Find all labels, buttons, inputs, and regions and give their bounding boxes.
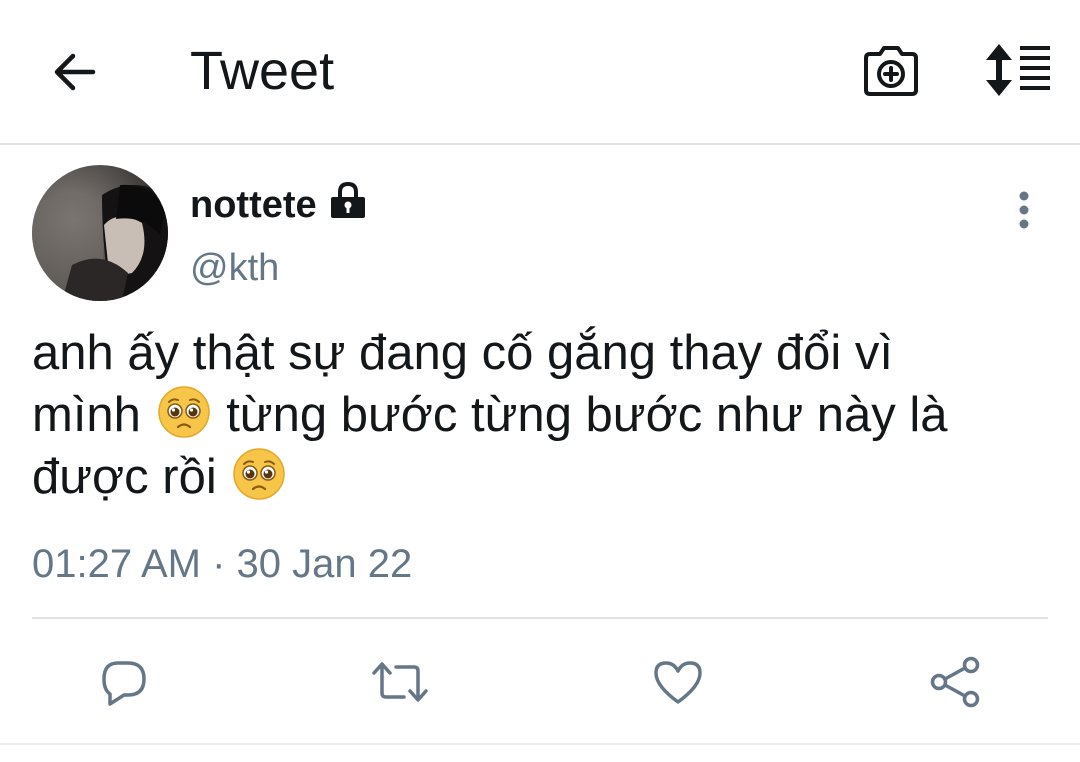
more-options-button[interactable]	[1004, 188, 1044, 232]
arrow-left-icon	[54, 53, 96, 91]
divider	[32, 617, 1048, 619]
back-button[interactable]	[46, 46, 102, 98]
camera-button[interactable]	[860, 40, 922, 102]
divider	[0, 743, 1080, 745]
tweet-text: anh ấy thật sự đang cố gắng thay đổi vì …	[32, 322, 1042, 508]
tweet-timestamp[interactable]: 01:27 AM · 30 Jan 22	[32, 540, 412, 588]
more-vertical-icon	[1019, 191, 1029, 229]
lock-icon	[328, 180, 368, 220]
reply-button[interactable]	[94, 654, 154, 710]
retweet-icon	[372, 662, 428, 702]
pleading-face-emoji-icon	[157, 386, 210, 438]
reply-icon	[102, 661, 146, 706]
sort-button[interactable]	[980, 42, 1052, 98]
like-button[interactable]	[648, 654, 708, 710]
avatar[interactable]	[32, 165, 168, 301]
camera-plus-icon	[864, 46, 918, 96]
tweet-text-segment: từng bước từng bước như này là	[226, 388, 948, 442]
heart-icon	[654, 661, 702, 704]
retweet-button[interactable]	[370, 654, 430, 710]
share-icon	[930, 656, 980, 708]
pleading-face-emoji-icon	[233, 448, 286, 500]
tweet-text-segment: mình	[32, 388, 141, 442]
tweet-text-line: được rồi	[32, 446, 1042, 508]
top-app-bar: Tweet	[0, 0, 1080, 145]
tweet-text-line: anh ấy thật sự đang cố gắng thay đổi vì	[32, 322, 1042, 384]
tweet-text-line: mình từng bước từng bước như này là	[32, 384, 1042, 446]
display-name[interactable]: nottete	[190, 183, 317, 227]
sort-list-icon	[986, 44, 1050, 96]
user-handle[interactable]: @kth	[190, 246, 279, 290]
tweet-text-segment: anh ấy thật sự đang cố gắng thay đổi vì	[32, 326, 893, 380]
avatar-photo	[32, 165, 168, 301]
page-title: Tweet	[190, 41, 335, 101]
tweet-text-segment: được rồi	[32, 450, 217, 504]
share-button[interactable]	[926, 654, 986, 710]
